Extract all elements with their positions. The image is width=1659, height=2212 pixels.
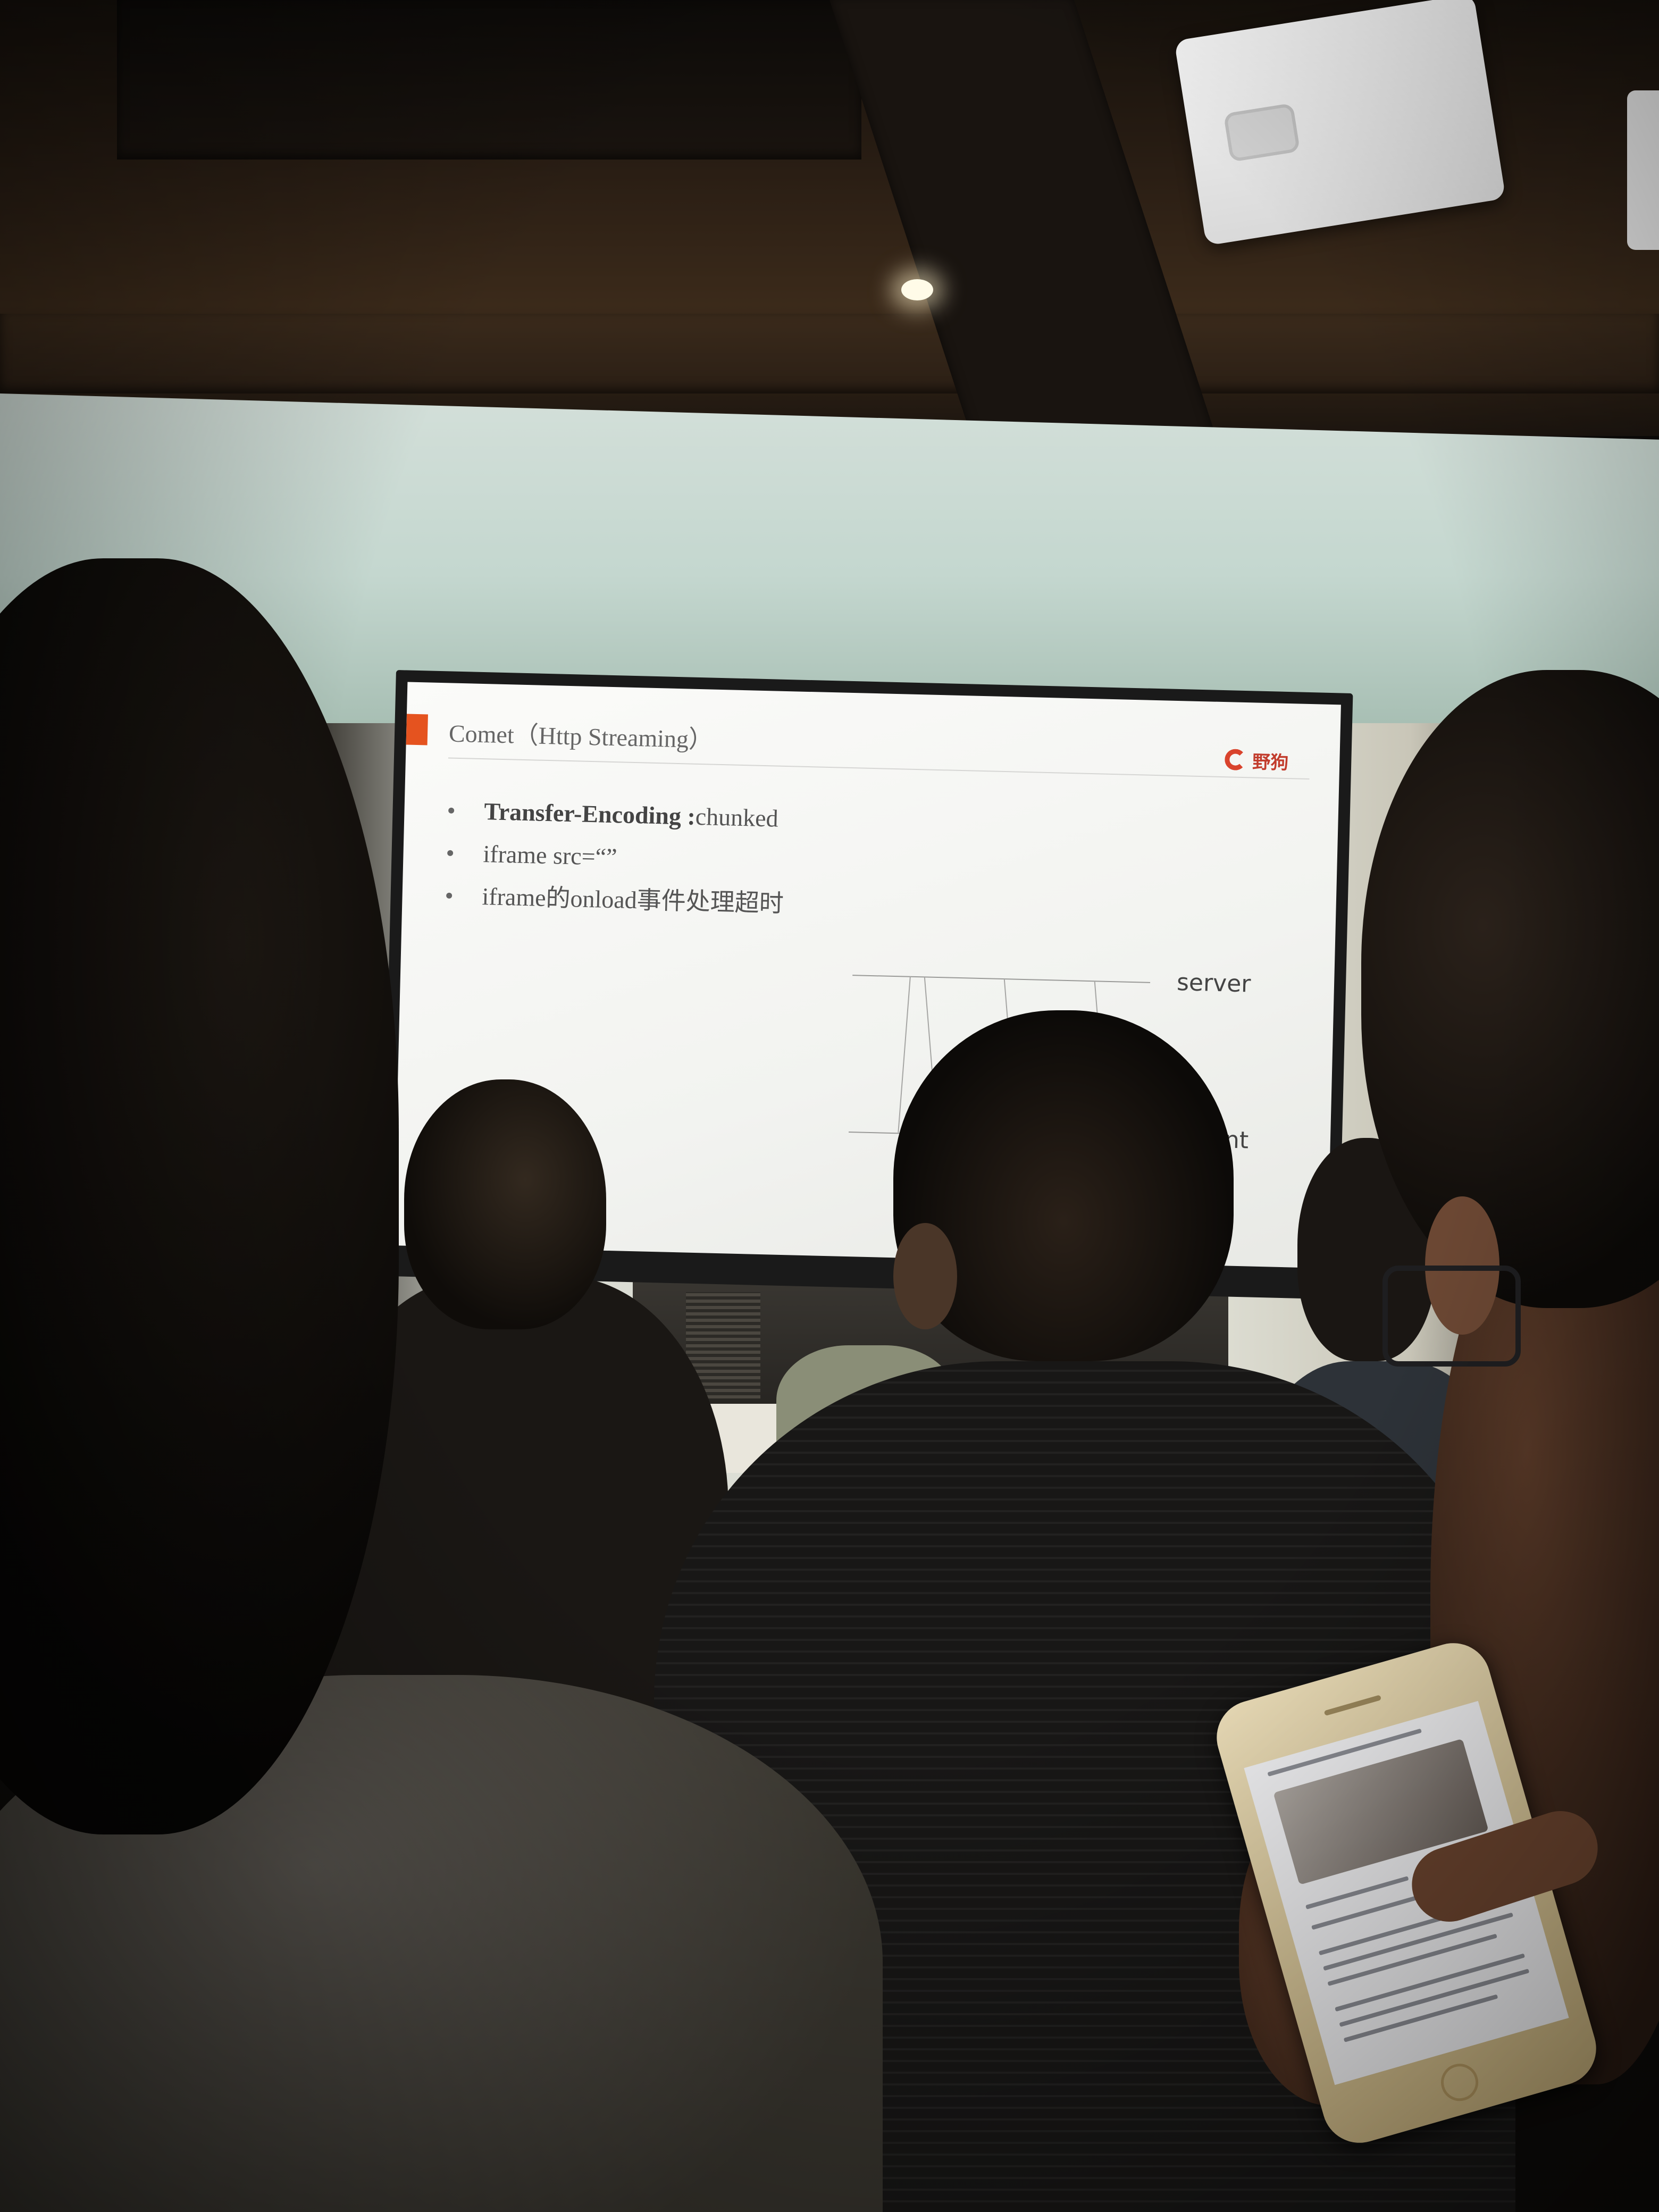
bullet-text: iframe的onload事件处理超时 <box>482 883 784 917</box>
audience-member-ear <box>893 1223 957 1329</box>
wilddog-logo-icon: 野狗 <box>1224 744 1305 778</box>
title-divider <box>448 757 1310 780</box>
ceiling-duct <box>117 0 861 160</box>
phone-home-button <box>1436 2059 1483 2106</box>
bullet-item: Transfer-Encoding :chunked <box>447 789 786 840</box>
phone-speaker <box>1323 1695 1382 1716</box>
bullet-list: Transfer-Encoding :chunked iframe src=“”… <box>445 789 786 925</box>
phone-text-line <box>1335 1953 1526 2012</box>
projector-lens <box>1223 103 1301 163</box>
logo-text: 野狗 <box>1252 751 1289 774</box>
bullet-text: chunked <box>695 802 779 832</box>
slide-title-marker <box>406 714 428 745</box>
bullet-text: iframe src=“” <box>482 840 618 871</box>
server-timeline <box>852 975 1151 983</box>
bullet-item: iframe的onload事件处理超时 <box>445 874 784 925</box>
audience-member-head <box>404 1079 606 1329</box>
bullet-bold: Transfer-Encoding : <box>483 798 696 830</box>
lecture-photo: Comet（Http Streaming） 野狗 Transfer-Encodi… <box>0 0 1659 2212</box>
slide-title: Comet（Http Streaming） <box>448 719 714 753</box>
eyeglasses <box>1382 1266 1521 1367</box>
ceiling-beam <box>0 314 1659 393</box>
server-label: server <box>1176 969 1251 998</box>
logo-mark <box>1224 749 1246 771</box>
ceiling-spotlight <box>901 279 933 300</box>
bullet-item: iframe src=“” <box>446 832 785 883</box>
ceiling-projector-partial <box>1627 90 1659 250</box>
